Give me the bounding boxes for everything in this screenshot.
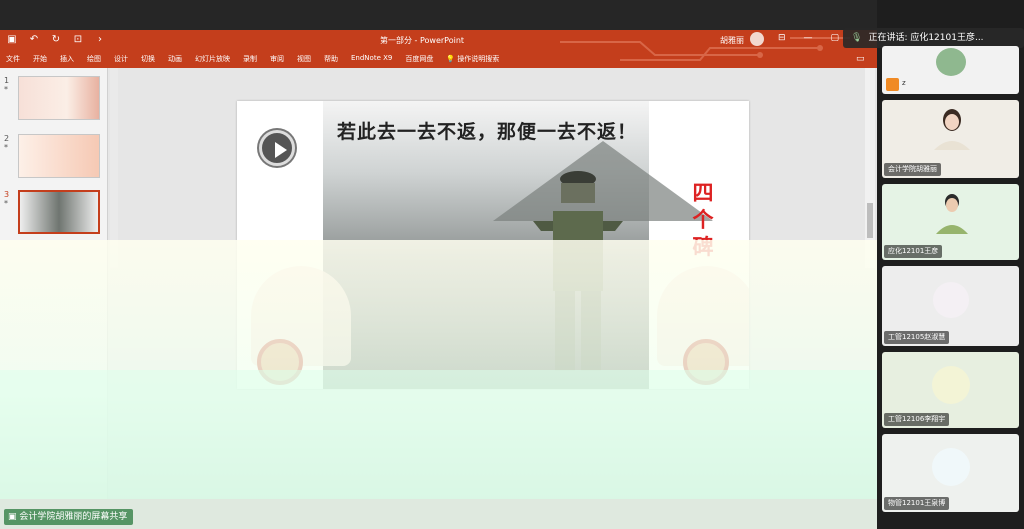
thumbnail-scrollbar[interactable] xyxy=(110,68,118,268)
user-name[interactable]: 胡雅丽 xyxy=(720,35,744,46)
slide-scrollbar[interactable] xyxy=(865,68,875,268)
tab-home[interactable]: 开始 xyxy=(33,54,47,64)
tab-insert[interactable]: 插入 xyxy=(60,54,74,64)
presenter-icon[interactable]: ⊡ xyxy=(72,34,84,45)
thumbnail-1[interactable]: 1 * xyxy=(4,76,104,122)
mic-icon: 🎙 xyxy=(851,33,863,43)
tab-slideshow[interactable]: 幻灯片放映 xyxy=(195,54,230,64)
participant-tile[interactable]: z xyxy=(882,46,1019,94)
ribbon-display-icon[interactable]: ⊟ xyxy=(778,33,786,43)
screen: ▣ ↶ ↻ ⊡ › 第一部分 - PowerPoint 胡雅丽 ⊟ — ▢ 文件… xyxy=(0,0,1024,529)
tell-me-search[interactable]: 💡 操作说明搜索 xyxy=(446,54,499,64)
participant-avatar xyxy=(931,448,970,486)
participant-name: 会计学院胡雅丽 xyxy=(884,163,941,176)
participant-avatar xyxy=(932,282,969,318)
thumbnail-2[interactable]: 2 * xyxy=(4,134,104,180)
participant-tile[interactable]: 工管12105赵淑慧 xyxy=(882,266,1019,346)
slide-heading: 若此去一去不返，那便一去不返！ xyxy=(337,121,638,143)
tab-file[interactable]: 文件 xyxy=(6,54,20,64)
top-band xyxy=(0,0,1024,30)
ribbon-tabs: 文件 开始 插入 绘图 设计 切换 动画 幻灯片放映 录制 审阅 视图 帮助 E… xyxy=(6,54,499,64)
participant-tile[interactable]: 应化12101王彦 xyxy=(882,184,1019,260)
thumbnail-star: * xyxy=(4,85,8,94)
screen-share-text: 会计学院胡雅丽的屏幕共享 xyxy=(19,512,128,522)
tell-me-label: 操作说明搜索 xyxy=(457,55,500,63)
redo-icon[interactable]: ↻ xyxy=(50,34,62,45)
window-controls: ⊟ — ▢ xyxy=(778,33,839,43)
tab-animations[interactable]: 动画 xyxy=(168,54,182,64)
participant-video xyxy=(936,194,968,234)
customize-icon[interactable]: › xyxy=(94,34,106,45)
thumbnail-star: * xyxy=(4,199,8,208)
thumbnail-image xyxy=(18,190,100,234)
play-video-button[interactable] xyxy=(259,130,295,166)
maximize-icon[interactable]: ▢ xyxy=(831,33,840,43)
participant-tile[interactable]: 物管12101王泉博 xyxy=(882,434,1019,512)
scroll-thumb[interactable] xyxy=(867,203,873,238)
ribbon: ▣ ↶ ↻ ⊡ › 第一部分 - PowerPoint 胡雅丽 ⊟ — ▢ 文件… xyxy=(0,30,877,68)
avatar[interactable] xyxy=(750,32,764,46)
participant-tile[interactable]: 工管12106李翔宇 xyxy=(882,352,1019,428)
side-text-2: 个 xyxy=(692,207,714,232)
comments-icon[interactable]: ▭ xyxy=(856,54,865,64)
thumbnail-number: 1 xyxy=(4,76,10,85)
tab-help[interactable]: 帮助 xyxy=(324,54,338,64)
tab-record[interactable]: 录制 xyxy=(243,54,257,64)
participant-name: z xyxy=(902,79,906,87)
quick-access-toolbar: ▣ ↶ ↻ ⊡ › xyxy=(6,34,106,45)
speaking-indicator: 🎙 正在讲话: 应化12101王彦... xyxy=(843,28,1024,48)
thumbnail-number: 3 xyxy=(4,190,10,199)
tab-baidu[interactable]: 百度网盘 xyxy=(405,54,433,64)
participant-name: 工管12105赵淑慧 xyxy=(884,331,950,344)
participant-name: 应化12101王彦 xyxy=(884,245,943,258)
participant-name: 物管12101王泉博 xyxy=(884,497,950,510)
minimize-icon[interactable]: — xyxy=(804,33,813,43)
participant-tile[interactable]: 会计学院胡雅丽 xyxy=(882,100,1019,178)
thumbnail-star: * xyxy=(4,143,8,152)
speaking-text: 正在讲话: 应化12101王彦... xyxy=(868,33,984,43)
screen-share-icon: ▣ xyxy=(8,512,20,522)
thumbnail-3[interactable]: 3 * xyxy=(4,190,104,236)
side-text-1: 四 xyxy=(692,180,714,205)
window-title: 第一部分 - PowerPoint xyxy=(380,36,465,45)
tab-transitions[interactable]: 切换 xyxy=(141,54,155,64)
tab-endnote[interactable]: EndNote X9 xyxy=(351,54,392,64)
tab-design[interactable]: 设计 xyxy=(114,54,128,64)
participant-video xyxy=(934,109,970,150)
save-icon[interactable]: ▣ xyxy=(6,34,18,45)
thumbnail-number: 2 xyxy=(4,134,10,143)
undo-icon[interactable]: ↶ xyxy=(28,34,40,45)
screen-share-overlay-lower xyxy=(0,370,1024,500)
thumbnail-image xyxy=(18,134,100,178)
participant-avatar xyxy=(935,48,966,76)
participant-avatar xyxy=(931,366,970,404)
participant-badge-icon xyxy=(886,78,899,91)
tab-draw[interactable]: 绘图 xyxy=(87,54,101,64)
tab-review[interactable]: 审阅 xyxy=(270,54,284,64)
tab-view[interactable]: 视图 xyxy=(297,54,311,64)
screen-share-label: ▣ 会计学院胡雅丽的屏幕共享 xyxy=(4,509,134,525)
participant-name: 工管12106李翔宇 xyxy=(884,413,950,426)
thumbnail-image xyxy=(18,76,100,120)
